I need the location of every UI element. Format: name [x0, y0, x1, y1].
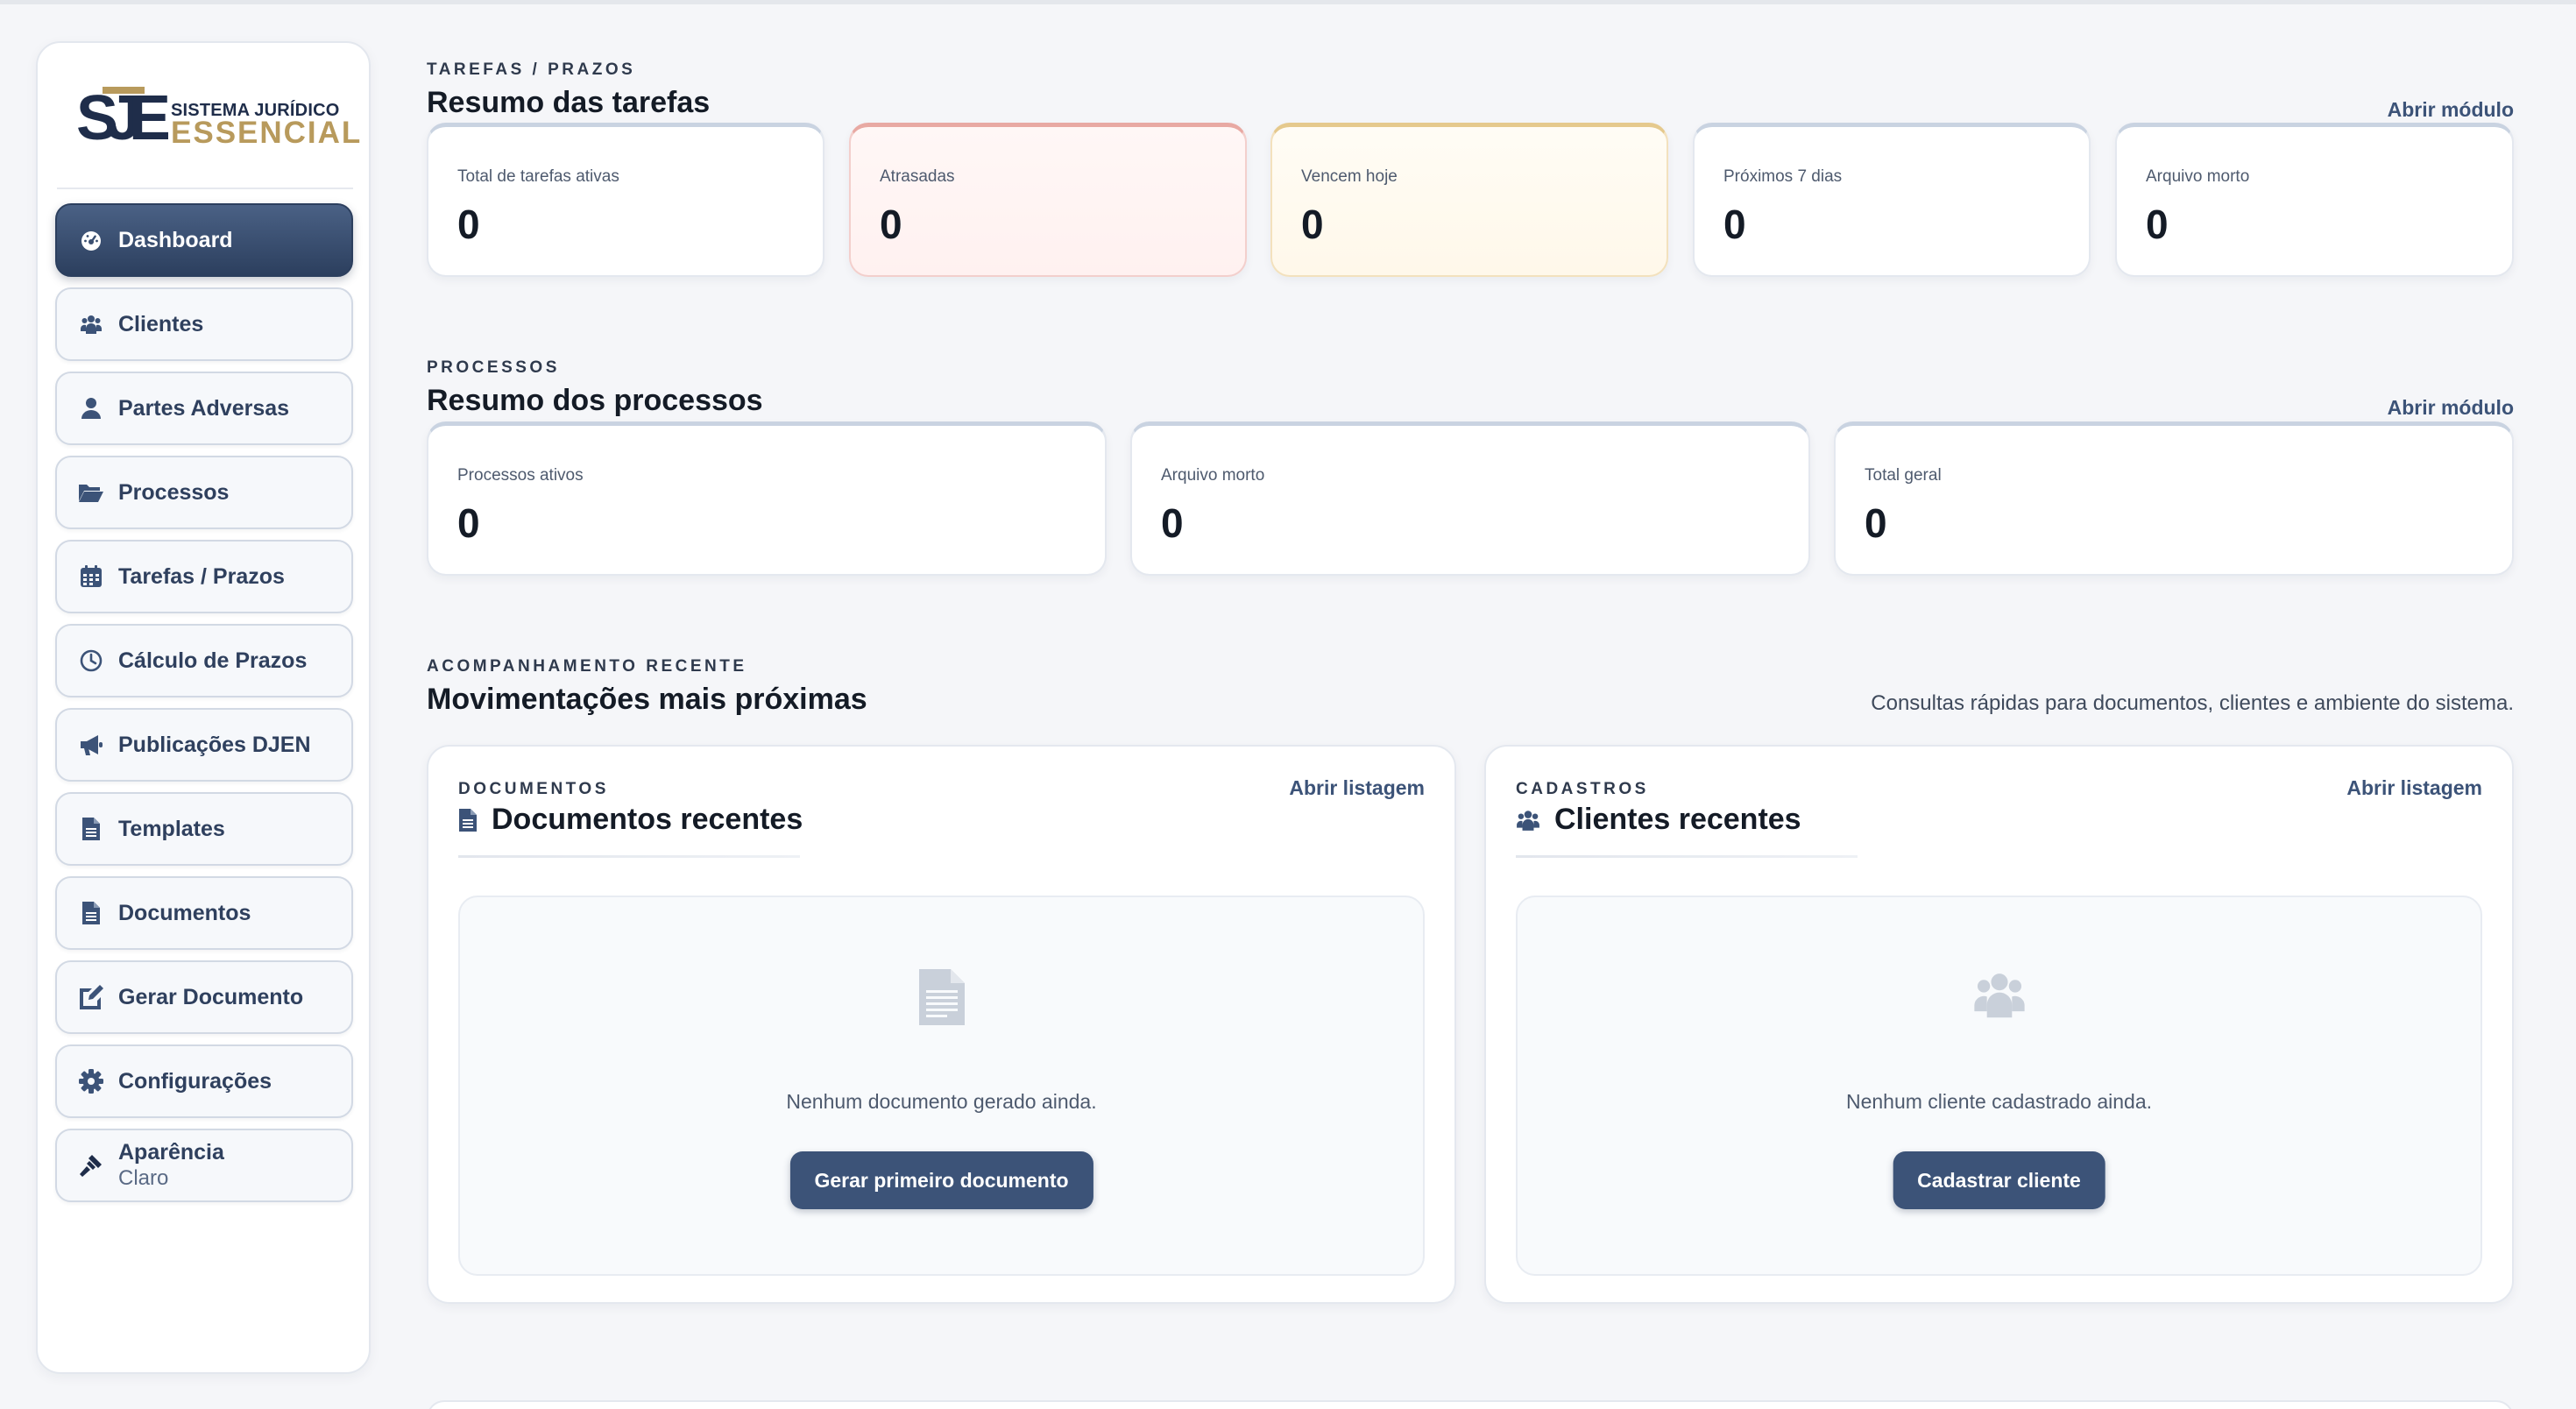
svg-text:E: E: [129, 85, 168, 146]
sidebar-item-publicacoes-djen[interactable]: Publicações DJEN: [55, 708, 353, 782]
sidebar-item-label: Documentos: [118, 900, 251, 925]
sidebar: S J E SISTEMA JURÍDICO ESSENCIAL Dashboa…: [36, 41, 371, 1374]
register-client-button[interactable]: Cadastrar cliente: [1893, 1151, 2105, 1209]
sidebar-item-configuracoes[interactable]: Configurações: [55, 1044, 353, 1118]
sidebar-item-label: Publicações DJEN: [118, 732, 311, 757]
user-icon: [78, 395, 104, 421]
stat-value: 0: [457, 202, 480, 247]
sidebar-item-dashboard[interactable]: Dashboard: [55, 203, 353, 277]
stat-label: Processos ativos: [457, 466, 584, 485]
sidebar-item-label: Clientes: [118, 311, 204, 336]
next-section-card: [427, 1400, 2514, 1409]
stat-value: 0: [1723, 202, 1746, 247]
stat-label: Arquivo morto: [2146, 167, 2250, 186]
sidebar-item-label: Dashboard: [118, 227, 233, 252]
sidebar-item-processos[interactable]: Processos: [55, 456, 353, 529]
stat-label: Total de tarefas ativas: [457, 167, 619, 186]
processes-title: Resumo dos processos: [427, 384, 763, 417]
title-underline: [1516, 855, 1858, 858]
sidebar-item-clientes[interactable]: Clientes: [55, 287, 353, 361]
recent-title: Movimentações mais próximas: [427, 683, 867, 716]
recent-eyebrow: ACOMPANHAMENTO RECENTE: [427, 657, 747, 676]
processes-open-module-link[interactable]: Abrir módulo: [2388, 396, 2514, 420]
stat-value: 0: [1161, 500, 1184, 546]
file-icon: [78, 900, 104, 926]
stat-card-processos-ativos: Processos ativos 0: [427, 421, 1107, 576]
stat-label: Vencem hoje: [1301, 167, 1398, 186]
top-border: [0, 0, 2576, 4]
sidebar-divider: [57, 188, 353, 189]
clients-empty-state: Nenhum cliente cadastrado ainda. Cadastr…: [1516, 896, 2482, 1276]
clients-empty-text: Nenhum cliente cadastrado ainda.: [1845, 1090, 2153, 1113]
documents-title: Documentos recentes: [458, 803, 803, 837]
stat-card-processos-arquivo-morto: Arquivo morto 0: [1130, 421, 1810, 576]
users-icon: [78, 311, 104, 337]
sidebar-item-aparencia[interactable]: Aparência Claro: [55, 1129, 353, 1202]
stat-card-vencem-hoje: Vencem hoje 0: [1270, 123, 1668, 277]
processes-eyebrow: PROCESSOS: [427, 358, 560, 377]
stat-label: Próximos 7 dias: [1723, 167, 1843, 186]
sidebar-item-label: Cálculo de Prazos: [118, 648, 308, 673]
stat-value: 0: [1865, 500, 1887, 546]
clients-title-text: Clientes recentes: [1554, 803, 1801, 836]
documents-empty-state: Nenhum documento gerado ainda. Gerar pri…: [458, 896, 1425, 1276]
clients-title: Clientes recentes: [1516, 803, 1801, 837]
stat-card-total-tarefas: Total de tarefas ativas 0: [427, 123, 824, 277]
stat-value: 0: [880, 202, 902, 247]
stat-value: 0: [2146, 202, 2169, 247]
documents-open-list-link[interactable]: Abrir listagem: [1289, 776, 1425, 800]
stat-value: 0: [1301, 202, 1324, 247]
stat-card-proximos-7-dias: Próximos 7 dias 0: [1693, 123, 2091, 277]
generate-first-document-button[interactable]: Gerar primeiro documento: [789, 1151, 1093, 1209]
calendar-icon: [78, 563, 104, 590]
documents-panel: DOCUMENTOS Documentos recentes Abrir lis…: [427, 745, 1456, 1304]
sidebar-item-documentos[interactable]: Documentos: [55, 876, 353, 950]
tasks-eyebrow: TAREFAS / PRAZOS: [427, 60, 636, 79]
sidebar-item-templates[interactable]: Templates: [55, 792, 353, 866]
gear-icon: [78, 1068, 104, 1094]
sidebar-item-label: Aparência: [118, 1140, 224, 1165]
sidebar-item-tarefas-prazos[interactable]: Tarefas / Prazos: [55, 540, 353, 613]
clients-panel: CADASTROS Clientes recentes Abrir listag…: [1484, 745, 2514, 1304]
clock-icon: [78, 648, 104, 674]
stat-label: Atrasadas: [880, 167, 955, 186]
users-placeholder-icon: [1973, 974, 2025, 1018]
sidebar-item-partes-adversas[interactable]: Partes Adversas: [55, 372, 353, 445]
sidebar-item-gerar-documento[interactable]: Gerar Documento: [55, 960, 353, 1034]
sidebar-item-label: Templates: [118, 816, 225, 841]
sidebar-item-label: Gerar Documento: [118, 984, 304, 1009]
brand-line-2: ESSENCIAL: [171, 116, 363, 150]
stat-label: Total geral: [1865, 466, 1942, 485]
documents-eyebrow: DOCUMENTOS: [458, 780, 609, 798]
recent-subtitle: Consultas rápidas para documentos, clien…: [1871, 691, 2514, 715]
file-icon: [459, 808, 477, 832]
stat-value: 0: [457, 500, 480, 546]
title-underline: [458, 855, 800, 858]
sidebar-item-label: Tarefas / Prazos: [118, 563, 285, 589]
documents-title-text: Documentos recentes: [492, 803, 803, 836]
sidebar-item-label: Processos: [118, 479, 230, 505]
megaphone-icon: [78, 732, 104, 758]
clients-open-list-link[interactable]: Abrir listagem: [2346, 776, 2482, 800]
sidebar-item-label: Partes Adversas: [118, 395, 290, 421]
users-icon: [1517, 810, 1539, 831]
tasks-open-module-link[interactable]: Abrir módulo: [2388, 98, 2514, 122]
edit-file-icon: [78, 984, 104, 1010]
brush-icon: [78, 1152, 104, 1179]
document-placeholder-icon: [918, 969, 965, 1025]
logo-icon: S J E: [76, 85, 168, 146]
file-icon: [78, 816, 104, 842]
sidebar-item-calculo-prazos[interactable]: Cálculo de Prazos: [55, 624, 353, 697]
stat-label: Arquivo morto: [1161, 466, 1265, 485]
folder-open-icon: [78, 479, 104, 506]
dashboard-icon: [78, 227, 104, 253]
documents-empty-text: Nenhum documento gerado ainda.: [786, 1090, 1097, 1113]
stat-card-total-geral: Total geral 0: [1834, 421, 2514, 576]
stat-card-arquivo-morto: Arquivo morto 0: [2115, 123, 2514, 277]
stat-card-atrasadas: Atrasadas 0: [849, 123, 1247, 277]
theme-value: Claro: [118, 1166, 169, 1190]
clients-eyebrow: CADASTROS: [1516, 780, 1649, 798]
tasks-title: Resumo das tarefas: [427, 86, 711, 119]
sidebar-item-label: Configurações: [118, 1068, 272, 1094]
